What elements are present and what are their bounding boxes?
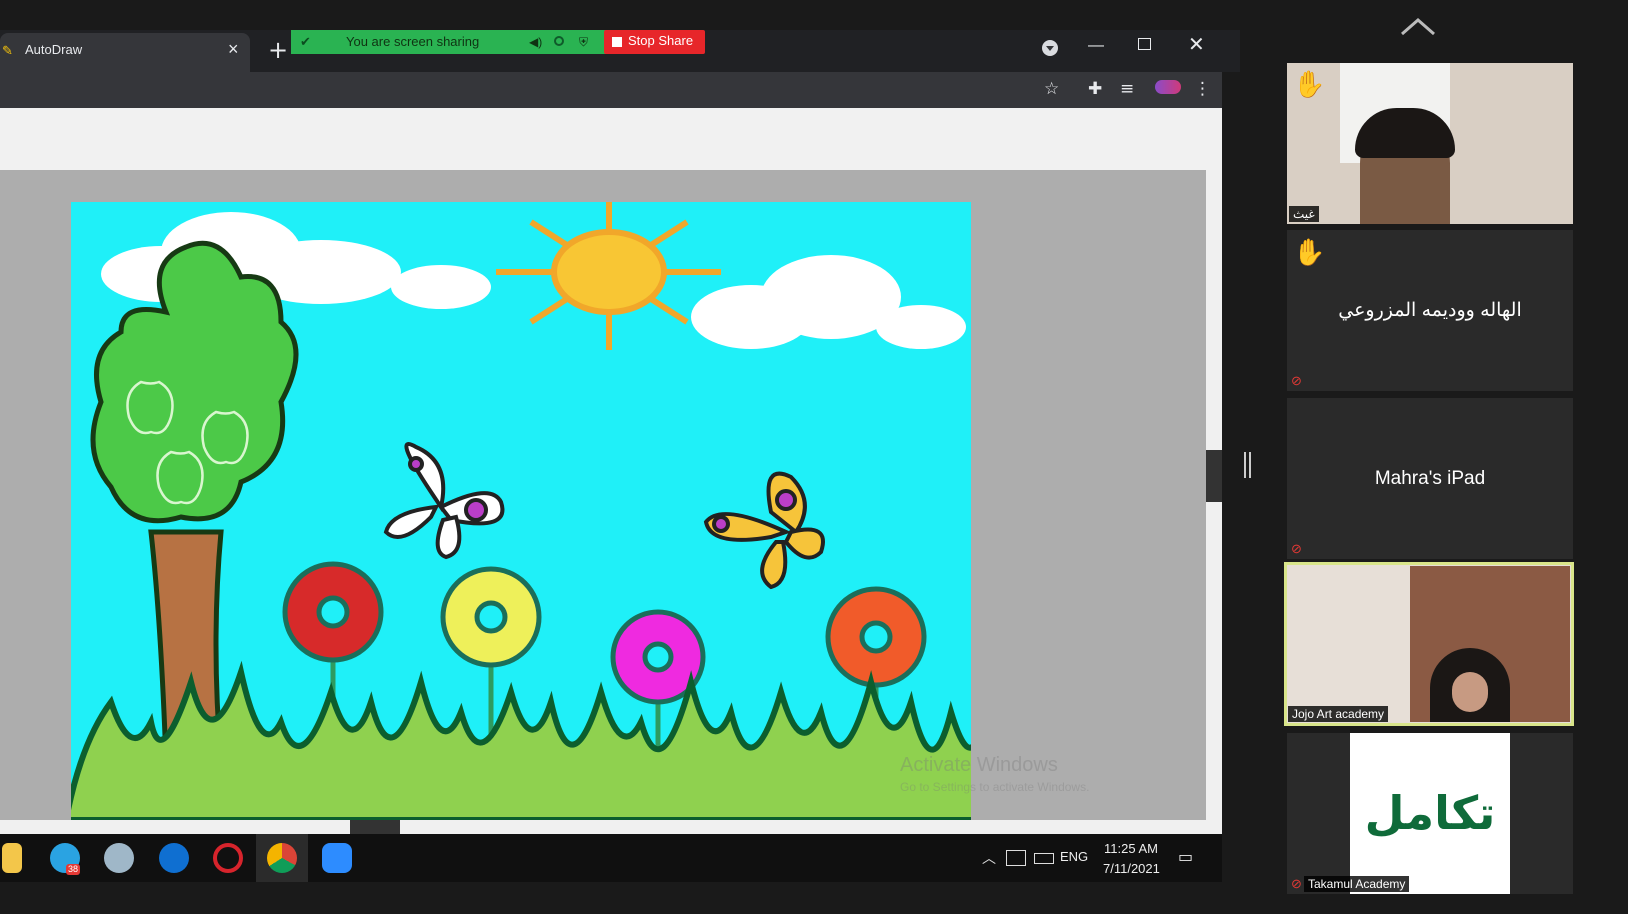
puzzle-icon[interactable]: ✚ (1088, 80, 1102, 98)
participant-name-label: Jojo Art academy (1288, 706, 1389, 722)
chrome-icon[interactable] (267, 843, 297, 873)
network-icon[interactable] (1006, 850, 1026, 866)
paint-icon[interactable] (104, 843, 134, 873)
opera-icon[interactable] (213, 843, 243, 873)
horizontal-scrollbar[interactable] (0, 820, 1222, 834)
raised-hand-icon: ✋ (1293, 69, 1326, 99)
minimize-icon[interactable]: — (1088, 38, 1104, 54)
participant-name-label: غيث (1289, 206, 1319, 222)
autodraw-header (0, 108, 1222, 170)
shield-icon[interactable]: ⛨ (579, 35, 588, 49)
mic-muted-icon: ⊘ (1291, 876, 1302, 891)
stop-share-label: Stop Share (628, 33, 694, 48)
participant-name: الهاله ووديمه المزروعي (1338, 300, 1522, 321)
autodraw-favicon-icon: ✎ (2, 43, 13, 58)
more-vert-icon[interactable]: ⋮ (1194, 80, 1211, 98)
media-queue-icon[interactable]: ≡ (1120, 80, 1134, 98)
clock-time[interactable]: 11:25 AM (1104, 841, 1158, 857)
share-pointer-icon: ✔ (300, 34, 311, 49)
edge-icon[interactable] (159, 843, 189, 873)
drawing-canvas[interactable] (71, 202, 971, 820)
activate-windows-subtext: Go to Settings to activate Windows. (900, 780, 1090, 794)
file-explorer-icon[interactable] (2, 843, 22, 873)
speaker-icon[interactable]: ◀) (529, 34, 542, 50)
share-record-icon[interactable] (554, 36, 564, 46)
notification-icon[interactable]: ▭ (1178, 849, 1193, 865)
takamul-logo: تكامل (1364, 786, 1496, 840)
window-close-icon[interactable]: ✕ (1188, 35, 1205, 55)
new-tab-button[interactable]: + (268, 38, 288, 62)
stop-icon (612, 37, 622, 47)
participant-video-face (1452, 672, 1488, 712)
input-language[interactable]: ENG (1060, 849, 1088, 865)
raised-hand-icon: ✋ (1293, 237, 1326, 267)
horizontal-scrollbar-thumb[interactable] (350, 820, 400, 834)
panel-resize-handle[interactable] (1244, 452, 1251, 478)
tray-chevron-icon[interactable]: ︿ (982, 851, 996, 865)
vertical-scrollbar-thumb[interactable] (1206, 450, 1222, 502)
activate-windows-watermark: Activate Windows (900, 754, 1058, 776)
battery-icon[interactable] (1034, 853, 1054, 864)
participant-name-label: Takamul Academy (1304, 876, 1410, 892)
tab-title: AutoDraw (25, 42, 83, 57)
restore-icon[interactable] (1138, 38, 1151, 50)
extension-icon[interactable] (1155, 80, 1181, 94)
browser-toolbar (0, 72, 1222, 108)
participant-name: Mahra's iPad (1374, 468, 1486, 489)
clock-date[interactable]: 7/11/2021 (1103, 861, 1160, 877)
screen-share-status: You are screen sharing (346, 34, 480, 49)
telegram-badge: 38 (66, 864, 81, 875)
zoom-icon[interactable] (322, 843, 352, 873)
star-icon[interactable]: ☆ (1044, 80, 1059, 98)
mic-muted-icon: ⊘ (1291, 541, 1302, 556)
mic-muted-icon: ⊘ (1291, 373, 1302, 388)
collapse-panel-icon[interactable] (1398, 14, 1438, 38)
chrome-profile-menu-icon[interactable] (1042, 40, 1058, 56)
tab-close-icon[interactable]: × (228, 40, 239, 58)
